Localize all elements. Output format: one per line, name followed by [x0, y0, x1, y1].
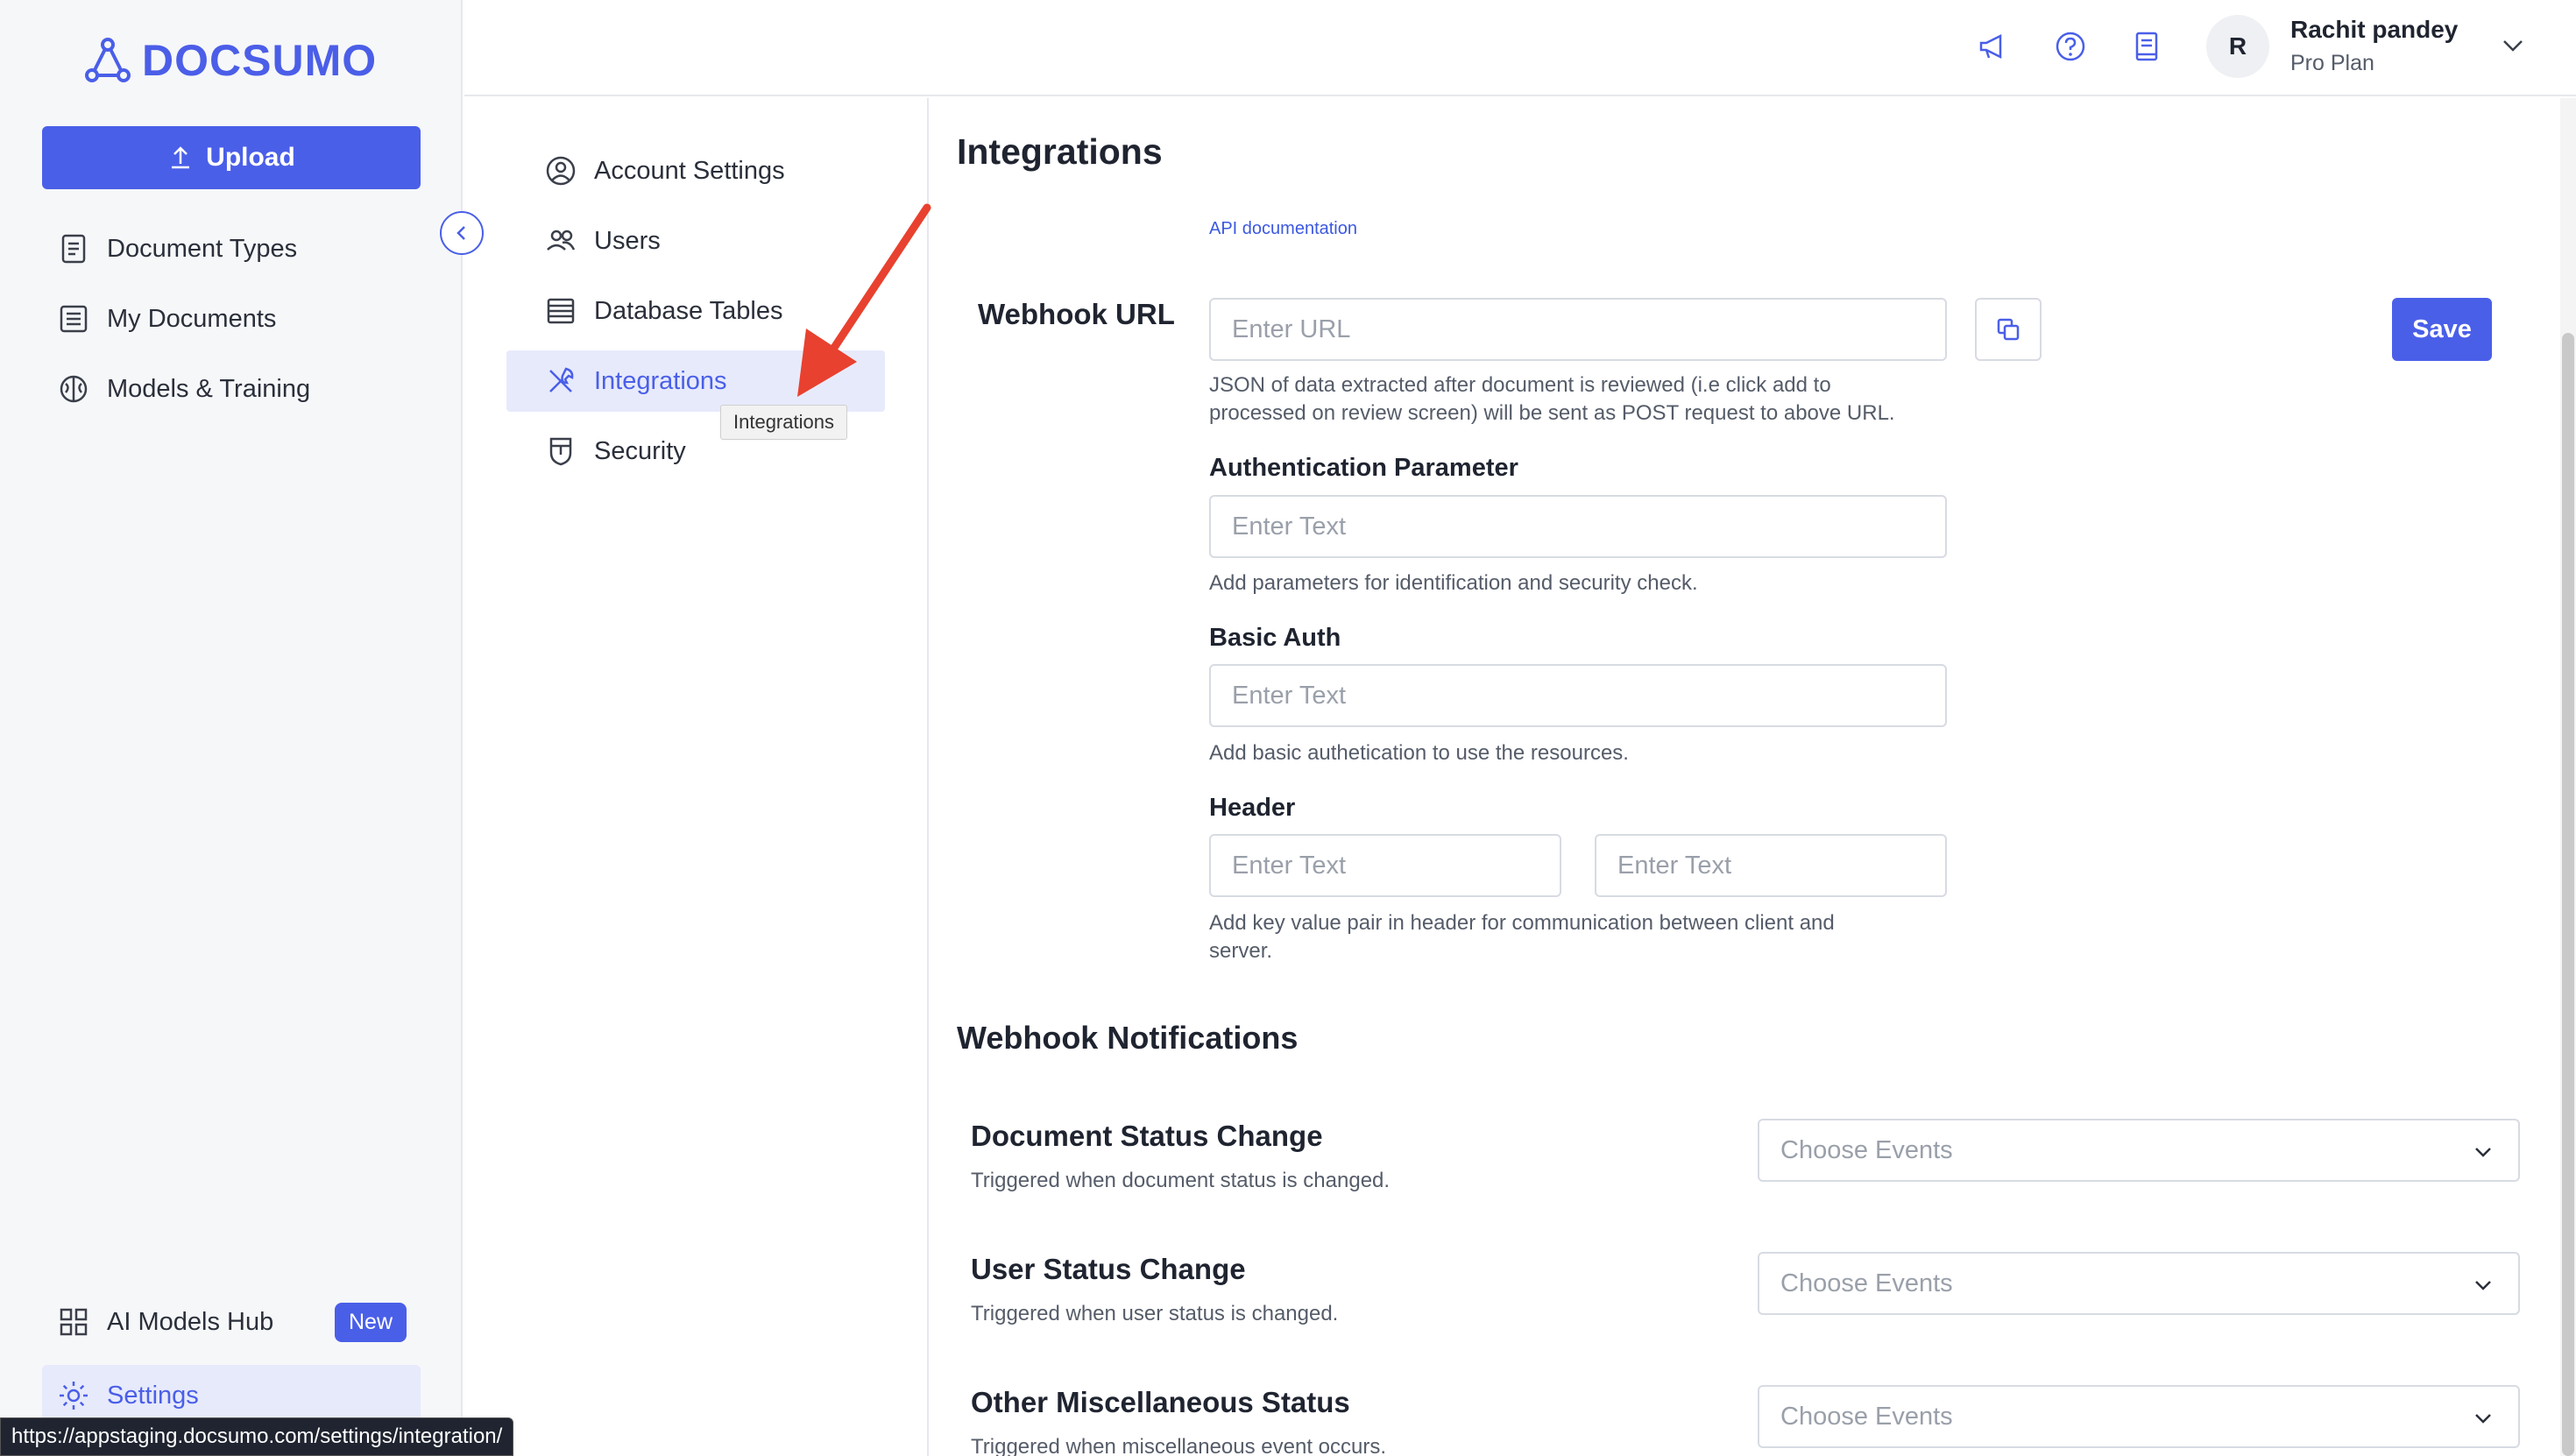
help-icon	[2056, 32, 2085, 61]
select-placeholder: Choose Events	[1780, 1402, 1953, 1431]
sidebar: DOCSUMO Upload Document Types My Documen…	[0, 0, 463, 1456]
api-documentation-link[interactable]: API documentation	[1209, 219, 1357, 239]
chevron-left-icon	[456, 226, 465, 240]
collapse-sidebar-button[interactable]	[440, 211, 484, 255]
announcements-button[interactable]	[1971, 25, 2015, 68]
sidebar-item-document-types[interactable]: Document Types	[42, 218, 421, 279]
header-value-input[interactable]: Enter Text	[1595, 834, 1947, 897]
sidebar-item-models-training[interactable]: Models & Training	[42, 358, 421, 420]
webhook-help-line-1: JSON of data extracted after document is…	[1209, 373, 1831, 397]
gear-icon	[60, 1382, 88, 1410]
user-status-desc: Triggered when user status is changed.	[971, 1302, 1339, 1325]
shield-icon	[549, 437, 572, 466]
header-label: Header	[1209, 794, 1296, 822]
sidebar-item-label: Models & Training	[107, 374, 311, 403]
upload-label: Upload	[206, 143, 295, 172]
user-status-events-select[interactable]: Choose Events	[1758, 1252, 2520, 1315]
webhook-help-line-2: processed on review screen) will be sent…	[1209, 401, 1895, 425]
auth-param-input[interactable]: Enter Text	[1209, 495, 1947, 558]
sidebar-item-label: My Documents	[107, 304, 277, 333]
user-plan: Pro Plan	[2290, 51, 2374, 75]
integrations-tooltip: Integrations	[720, 405, 847, 440]
sidebar-item-my-documents[interactable]: My Documents	[42, 288, 421, 350]
new-badge: New	[334, 1302, 407, 1342]
table-icon	[547, 298, 575, 324]
my-documents-icon	[60, 305, 88, 333]
webhook-notifications-title: Webhook Notifications	[957, 1020, 1299, 1056]
document-status-events-select[interactable]: Choose Events	[1758, 1119, 2520, 1182]
docs-button[interactable]	[2125, 25, 2169, 68]
app-root: DOCSUMO Upload Document Types My Documen…	[0, 0, 2576, 1456]
chevron-down-icon	[2475, 1148, 2491, 1157]
document-types-icon	[61, 234, 86, 264]
select-placeholder: Choose Events	[1780, 1269, 1953, 1297]
book-icon	[2135, 32, 2158, 61]
save-button[interactable]: Save	[2392, 298, 2492, 361]
webhook-url-input[interactable]: Enter URL	[1209, 298, 1947, 361]
help-button[interactable]	[2049, 25, 2092, 68]
settings-item-label: Database Tables	[594, 296, 783, 325]
brand-name: DOCSUMO	[142, 36, 378, 85]
auth-param-help: Add parameters for identification and se…	[1209, 571, 1698, 595]
upload-icon	[172, 146, 190, 169]
settings-item-account[interactable]: Account Settings	[506, 140, 885, 201]
sidebar-item-label: AI Models Hub	[107, 1307, 274, 1336]
annotation-arrow	[797, 203, 931, 397]
tools-icon	[549, 367, 574, 392]
header-key-input[interactable]: Enter Text	[1209, 834, 1561, 897]
upload-button[interactable]: Upload	[42, 126, 421, 189]
account-icon	[546, 156, 576, 186]
settings-item-label: Security	[594, 436, 686, 465]
chevron-down-icon	[2475, 1414, 2491, 1424]
basic-auth-label: Basic Auth	[1209, 624, 1341, 652]
header-help-line-2: server.	[1209, 939, 1273, 963]
sidebar-item-ai-models-hub[interactable]: AI Models Hub New	[42, 1291, 421, 1353]
brain-icon	[60, 375, 88, 403]
settings-item-label: Account Settings	[594, 156, 785, 185]
docsumo-logo[interactable]: DOCSUMO	[84, 35, 377, 86]
user-name[interactable]: Rachit pandey	[2290, 16, 2458, 44]
misc-status-events-select[interactable]: Choose Events	[1758, 1385, 2520, 1448]
logo-icon	[85, 38, 131, 82]
sidebar-item-label: Document Types	[107, 234, 298, 263]
chevron-down-icon[interactable]	[2494, 26, 2532, 65]
basic-auth-help: Add basic authetication to use the resou…	[1209, 741, 1629, 765]
sidebar-item-label: Settings	[107, 1381, 199, 1410]
scrollbar-thumb[interactable]	[2562, 333, 2574, 1456]
avatar[interactable]: R	[2206, 15, 2269, 78]
grid-icon	[60, 1308, 88, 1336]
misc-status-title: Other Miscellaneous Status	[971, 1386, 1350, 1418]
user-status-title: User Status Change	[971, 1253, 1246, 1285]
users-icon	[547, 230, 576, 251]
megaphone-icon	[1979, 33, 2002, 60]
document-status-title: Document Status Change	[971, 1120, 1323, 1152]
copy-icon	[1997, 318, 2020, 341]
auth-param-label: Authentication Parameter	[1209, 454, 1518, 482]
chevron-down-icon	[2475, 1281, 2491, 1290]
header-help-line-1: Add key value pair in header for communi…	[1209, 911, 1835, 935]
settings-item-label: Users	[594, 226, 661, 255]
misc-status-desc: Triggered when miscellaneous event occur…	[971, 1435, 1387, 1456]
settings-item-label: Integrations	[594, 366, 727, 395]
page-title: Integrations	[957, 131, 1163, 172]
webhook-url-label: Webhook URL	[978, 298, 1175, 330]
status-bar-url: https://appstaging.docsumo.com/settings/…	[0, 1417, 514, 1456]
document-status-desc: Triggered when document status is change…	[971, 1169, 1391, 1192]
integrations-panel: Integrations API documentation Webhook U…	[931, 98, 2560, 1456]
select-placeholder: Choose Events	[1780, 1135, 1953, 1164]
basic-auth-input[interactable]: Enter Text	[1209, 664, 1947, 727]
copy-button[interactable]	[1975, 298, 2042, 361]
